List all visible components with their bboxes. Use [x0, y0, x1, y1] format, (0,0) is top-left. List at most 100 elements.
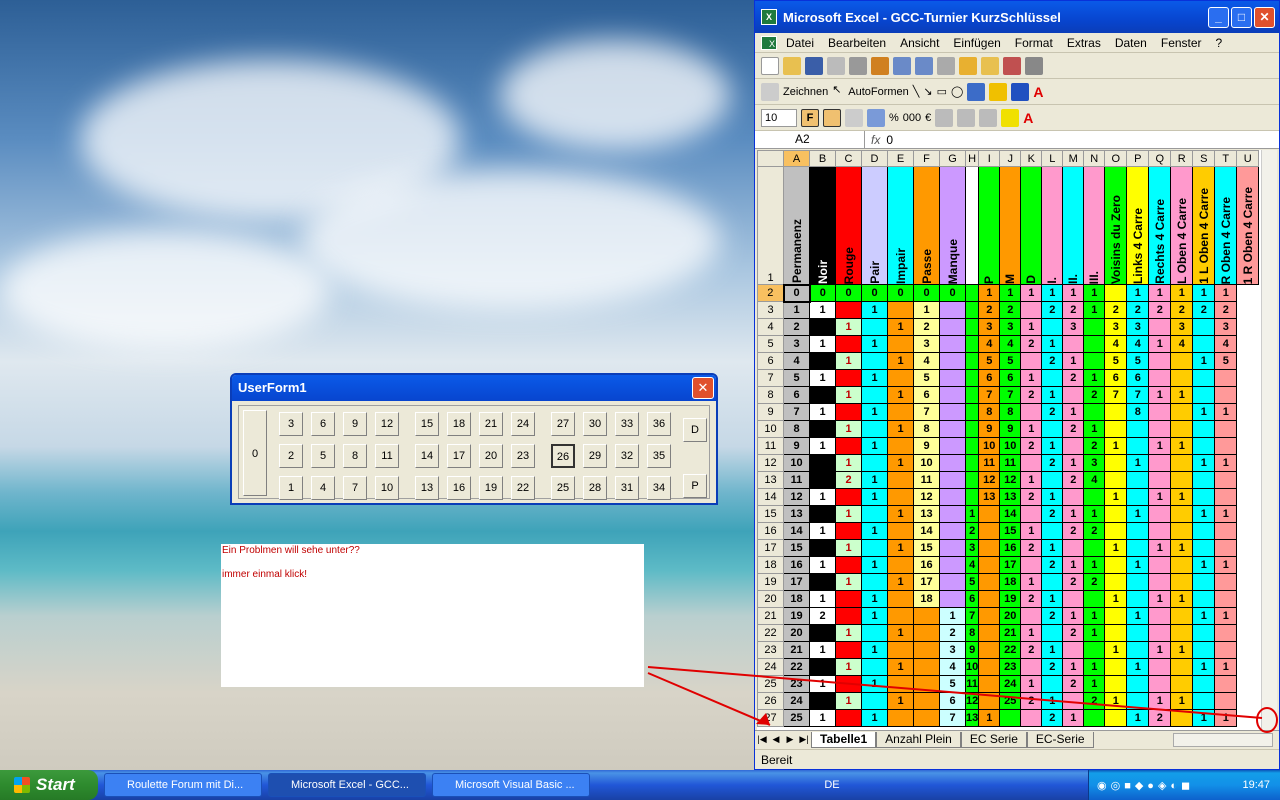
table-cell[interactable]: [1126, 624, 1150, 642]
table-cell[interactable]: 1: [835, 454, 862, 472]
task-roulette-forum[interactable]: Roulette Forum mit Di...: [104, 773, 262, 797]
number-button-0[interactable]: 0: [243, 410, 267, 496]
table-cell[interactable]: 1: [1020, 284, 1043, 302]
table-cell[interactable]: [1104, 505, 1128, 523]
table-cell[interactable]: [887, 709, 914, 727]
table-cell[interactable]: [835, 488, 862, 506]
table-cell[interactable]: 2: [835, 471, 862, 489]
table-cell[interactable]: 1: [1192, 403, 1216, 421]
table-cell[interactable]: 5: [999, 352, 1022, 370]
table-cell[interactable]: 14: [999, 505, 1022, 523]
row-header[interactable]: 23: [757, 641, 784, 659]
column-header-a[interactable]: A: [783, 150, 810, 167]
table-cell[interactable]: 1: [1192, 658, 1216, 676]
table-cell[interactable]: 1: [809, 437, 836, 455]
table-cell[interactable]: [1170, 369, 1194, 387]
table-cell[interactable]: 1: [835, 624, 862, 642]
table-cell[interactable]: 1: [1062, 709, 1085, 727]
table-cell[interactable]: 2: [1041, 709, 1064, 727]
table-cell[interactable]: [999, 709, 1022, 727]
table-cell[interactable]: 20: [999, 607, 1022, 625]
table-cell[interactable]: 7: [999, 386, 1022, 404]
row-header[interactable]: 16: [757, 522, 784, 540]
table-cell[interactable]: 2: [1062, 522, 1085, 540]
table-cell[interactable]: 1: [835, 539, 862, 557]
table-cell[interactable]: 1: [999, 284, 1022, 302]
table-cell[interactable]: 4: [999, 335, 1022, 353]
table-cell[interactable]: 1: [835, 352, 862, 370]
table-cell[interactable]: [1062, 335, 1085, 353]
number-button-35[interactable]: 35: [647, 444, 671, 468]
table-cell[interactable]: [939, 471, 966, 489]
table-cell[interactable]: [1170, 454, 1194, 472]
close-button[interactable]: ✕: [1254, 6, 1275, 28]
table-cell[interactable]: [939, 403, 966, 421]
table-cell[interactable]: [978, 624, 1001, 642]
table-cell[interactable]: 1: [1083, 284, 1106, 302]
language-indicator[interactable]: DE: [824, 779, 839, 791]
table-cell[interactable]: [1062, 488, 1085, 506]
table-cell[interactable]: 1: [1170, 539, 1194, 557]
table-cell[interactable]: 1: [835, 573, 862, 591]
table-cell[interactable]: [887, 522, 914, 540]
table-cell[interactable]: [835, 301, 862, 319]
table-cell[interactable]: 1: [861, 556, 888, 574]
table-cell[interactable]: 1: [835, 658, 862, 676]
table-cell[interactable]: [887, 403, 914, 421]
table-cell[interactable]: 2: [809, 607, 836, 625]
table-cell[interactable]: 5: [939, 675, 966, 693]
table-cell[interactable]: [1192, 471, 1216, 489]
table-cell[interactable]: 16: [783, 556, 810, 574]
table-cell[interactable]: 2: [978, 301, 1001, 319]
table-cell[interactable]: [978, 658, 1001, 676]
table-cell[interactable]: [1170, 352, 1194, 370]
sheet-icon[interactable]: X: [761, 35, 777, 50]
table-cell[interactable]: [964, 352, 980, 370]
table-cell[interactable]: [913, 709, 940, 727]
table-cell[interactable]: 1: [861, 369, 888, 387]
task-excel[interactable]: Microsoft Excel - GCC...: [268, 773, 426, 797]
table-cell[interactable]: 3: [939, 641, 966, 659]
table-cell[interactable]: 23: [783, 675, 810, 693]
table-cell[interactable]: [978, 522, 1001, 540]
column-title-cell[interactable]: Impair: [887, 166, 914, 285]
table-cell[interactable]: [1170, 709, 1194, 727]
table-cell[interactable]: 1: [1192, 352, 1216, 370]
table-cell[interactable]: 4: [913, 352, 940, 370]
table-cell[interactable]: 9: [999, 420, 1022, 438]
table-cell[interactable]: 0: [782, 283, 811, 303]
table-cell[interactable]: 1: [1020, 318, 1043, 336]
number-button-7[interactable]: 7: [343, 476, 367, 500]
table-cell[interactable]: 3: [999, 318, 1022, 336]
table-cell[interactable]: 3: [964, 539, 980, 557]
number-button-2[interactable]: 2: [279, 444, 303, 468]
table-cell[interactable]: 8: [1126, 403, 1150, 421]
table-cell[interactable]: [913, 607, 940, 625]
table-cell[interactable]: 2: [1192, 301, 1216, 319]
table-cell[interactable]: 1: [964, 505, 980, 523]
table-cell[interactable]: [1192, 437, 1216, 455]
table-cell[interactable]: 1: [861, 590, 888, 608]
table-cell[interactable]: 3: [978, 318, 1001, 336]
table-cell[interactable]: [1214, 488, 1238, 506]
table-cell[interactable]: 2: [939, 624, 966, 642]
number-button-11[interactable]: 11: [375, 444, 399, 468]
table-cell[interactable]: [1148, 369, 1172, 387]
table-cell[interactable]: 2: [1083, 437, 1106, 455]
table-cell[interactable]: 1: [835, 420, 862, 438]
minimize-button[interactable]: _: [1208, 6, 1229, 28]
table-cell[interactable]: 1: [1214, 505, 1238, 523]
table-cell[interactable]: 1: [1214, 403, 1238, 421]
column-title-cell[interactable]: R Oben 4 Carre: [1214, 166, 1238, 285]
number-button-15[interactable]: 15: [415, 412, 439, 436]
column-title-cell[interactable]: L Oben 4 Carre: [1170, 166, 1194, 285]
table-cell[interactable]: [887, 437, 914, 455]
table-cell[interactable]: 1: [835, 386, 862, 404]
table-cell[interactable]: [964, 369, 980, 387]
table-cell[interactable]: [939, 420, 966, 438]
table-cell[interactable]: 7: [978, 386, 1001, 404]
row-header[interactable]: 27: [757, 709, 784, 727]
table-cell[interactable]: 25: [783, 709, 810, 727]
table-cell[interactable]: [939, 590, 966, 608]
tab-tabelle1[interactable]: Tabelle1: [811, 731, 877, 748]
